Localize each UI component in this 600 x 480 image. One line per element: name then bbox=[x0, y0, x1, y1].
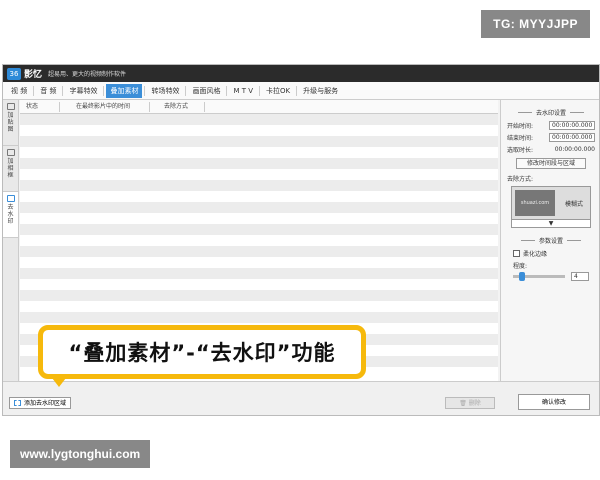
delete-button[interactable]: 🗑 删除 bbox=[445, 397, 495, 409]
tab-separator bbox=[33, 85, 35, 96]
table-row[interactable] bbox=[20, 224, 498, 235]
checkbox-icon bbox=[513, 250, 520, 257]
table-row[interactable] bbox=[20, 246, 498, 257]
start-time-input[interactable]: 00:00:00.000 bbox=[549, 121, 595, 130]
tab-separator bbox=[296, 85, 298, 96]
column-header-method: 去除方式 bbox=[150, 101, 205, 112]
tab-karaoke[interactable]: 卡拉OK bbox=[262, 84, 294, 98]
app-name: 影忆 bbox=[24, 70, 43, 80]
column-header-time: 在最终影片中的时间 bbox=[60, 101, 150, 112]
sidebar-item-label: 去水印 bbox=[7, 204, 14, 225]
sidebar-item-add-sticker[interactable]: 加贴图 bbox=[3, 100, 18, 146]
title-bar: 36 影忆 超易用、更大的视频制作软件 bbox=[3, 65, 599, 82]
tab-subtitle-effects[interactable]: 字幕特效 bbox=[65, 84, 101, 98]
table-row[interactable] bbox=[20, 290, 498, 301]
sidebar-item-add-frame[interactable]: 加相框 bbox=[3, 146, 18, 192]
table-row[interactable] bbox=[20, 147, 498, 158]
removal-method-label: 去除方式: bbox=[507, 176, 534, 183]
table-row[interactable] bbox=[20, 136, 498, 147]
removal-method-value: 模糊式 bbox=[564, 200, 583, 208]
delete-label: 删除 bbox=[468, 400, 481, 407]
bottom-toolbar: 添加去水印区域 🗑 删除 确认修改 bbox=[3, 381, 599, 415]
tab-overlay-material[interactable]: 叠加素材 bbox=[106, 83, 143, 98]
soften-edge-checkbox[interactable]: 柔化边缘 bbox=[501, 249, 599, 258]
table-row[interactable] bbox=[20, 158, 498, 169]
duration-label: 选取时长: bbox=[507, 147, 534, 154]
end-time-input[interactable]: 00:00:00.000 bbox=[549, 133, 595, 142]
confirm-modify-button[interactable]: 确认修改 bbox=[518, 394, 590, 410]
region-icon bbox=[14, 400, 21, 406]
tab-picture-style[interactable]: 画面风格 bbox=[188, 84, 224, 98]
modify-time-region-button[interactable]: 修改时间段与区域 bbox=[516, 158, 586, 169]
tab-mtv[interactable]: M T V bbox=[229, 85, 257, 97]
tab-transition-effects[interactable]: 转场特效 bbox=[147, 84, 183, 98]
table-row[interactable] bbox=[20, 312, 498, 323]
chevron-down-icon: ▼ bbox=[548, 220, 554, 227]
site-watermark: www.lygtonghui.com bbox=[10, 440, 151, 468]
banner-pointer bbox=[52, 378, 66, 387]
add-watermark-region-button[interactable]: 添加去水印区域 bbox=[9, 397, 72, 409]
table-row[interactable] bbox=[20, 213, 498, 224]
table-row[interactable] bbox=[20, 114, 498, 125]
table-row[interactable] bbox=[20, 301, 498, 312]
main-tabs: 视 频 音 频 字幕特效 叠加素材 转场特效 画面风格 M T V 卡拉OK 升… bbox=[3, 82, 599, 100]
tab-audio[interactable]: 音 频 bbox=[36, 84, 60, 98]
duration-value: 00:00:00.000 bbox=[554, 146, 595, 153]
start-time-label: 开始时间: bbox=[507, 123, 534, 130]
trash-icon: 🗑 bbox=[459, 400, 467, 407]
tab-video[interactable]: 视 频 bbox=[7, 84, 31, 98]
column-header-status: 状态 bbox=[20, 101, 60, 112]
tab-separator bbox=[103, 85, 105, 96]
degree-label: 程度: bbox=[513, 263, 528, 270]
blur-thumbnail: shuazi.com bbox=[515, 190, 555, 216]
feature-banner: “叠加素材”-“去水印”功能 bbox=[38, 325, 366, 379]
end-time-row: 结束时间: 00:00:00.000 bbox=[501, 133, 599, 142]
degree-slider[interactable] bbox=[513, 272, 565, 281]
table-row[interactable] bbox=[20, 191, 498, 202]
table-header: 状态 在最终影片中的时间 去除方式 bbox=[20, 100, 498, 114]
sidebar-item-label: 加相框 bbox=[7, 158, 14, 179]
removal-method-preview[interactable]: shuazi.com 模糊式 bbox=[511, 186, 591, 220]
table-row[interactable] bbox=[20, 180, 498, 191]
start-time-row: 开始时间: 00:00:00.000 bbox=[501, 121, 599, 130]
tab-separator bbox=[226, 85, 228, 96]
sidebar-item-remove-watermark[interactable]: 去水印 bbox=[3, 192, 18, 238]
degree-slider-row: 4 bbox=[501, 272, 599, 281]
section-title-params: 参数设置 bbox=[501, 236, 599, 245]
table-row[interactable] bbox=[20, 268, 498, 279]
watermark-icon bbox=[6, 195, 15, 202]
table-row[interactable] bbox=[20, 202, 498, 213]
settings-panel: 去水印设置 开始时间: 00:00:00.000 结束时间: 00:00:00.… bbox=[500, 100, 599, 381]
sidebar-item-label: 加贴图 bbox=[7, 112, 14, 133]
degree-input[interactable]: 4 bbox=[571, 272, 589, 281]
section-title-watermark-settings: 去水印设置 bbox=[501, 108, 599, 117]
sticker-icon bbox=[6, 103, 15, 110]
tab-separator bbox=[62, 85, 64, 96]
app-logo-icon: 36 bbox=[7, 67, 21, 80]
table-row[interactable] bbox=[20, 169, 498, 180]
tab-separator bbox=[144, 85, 146, 96]
frame-icon bbox=[6, 149, 15, 156]
slider-handle[interactable] bbox=[519, 272, 525, 281]
app-slogan: 超易用、更大的视频制作软件 bbox=[48, 71, 127, 78]
add-watermark-region-label: 添加去水印区域 bbox=[24, 399, 67, 407]
end-time-label: 结束时间: bbox=[507, 135, 534, 142]
tab-upgrade-service[interactable]: 升级与服务 bbox=[299, 84, 342, 98]
tab-separator bbox=[259, 85, 261, 96]
table-row[interactable] bbox=[20, 125, 498, 136]
page: TG: MYYJJPP 36 影忆 超易用、更大的视频制作软件 视 频 音 频 … bbox=[0, 0, 600, 480]
table-row[interactable] bbox=[20, 257, 498, 268]
table-row[interactable] bbox=[20, 235, 498, 246]
table-row[interactable] bbox=[20, 279, 498, 290]
removal-method-dropdown[interactable]: ▼ bbox=[511, 220, 591, 228]
tab-separator bbox=[185, 85, 187, 96]
tg-watermark: TG: MYYJJPP bbox=[481, 10, 590, 38]
soften-edge-label: 柔化边缘 bbox=[523, 251, 548, 258]
left-sidebar: 加贴图 加相框 去水印 bbox=[3, 100, 19, 381]
duration-row: 选取时长: 00:00:00.000 bbox=[501, 145, 599, 154]
